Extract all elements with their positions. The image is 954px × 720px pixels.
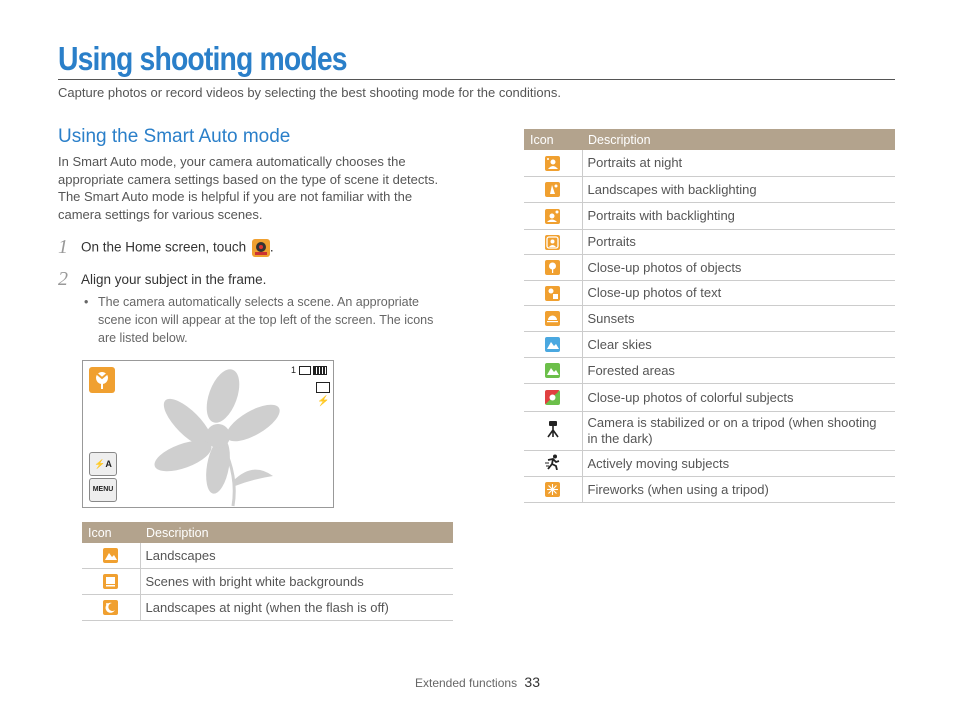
table-header-row: Icon Description <box>524 129 895 150</box>
scene-table-right: Icon Description Portraits at night Land… <box>524 129 895 503</box>
table-cell-description: Forested areas <box>582 357 895 384</box>
section-intro: In Smart Auto mode, your camera automati… <box>58 154 439 222</box>
image-size-icon <box>316 382 330 393</box>
table-cell-description: Close-up photos of text <box>582 280 895 306</box>
table-row: Actively moving subjects <box>524 450 895 477</box>
table-cell-description: Landscapes at night (when the flash is o… <box>140 594 453 621</box>
table-cell-description: Portraits <box>582 229 895 255</box>
landscape-icon <box>82 543 141 569</box>
column-header-description: Description <box>582 129 895 150</box>
backlight-portrait-icon <box>524 202 583 230</box>
table-row: Portraits at night <box>524 150 895 177</box>
scene-table-left: Icon Description Landscapes Scenes with … <box>82 522 453 621</box>
portrait-icon <box>524 229 583 255</box>
fireworks-icon <box>524 476 583 503</box>
table-header-row: Icon Description <box>82 522 453 543</box>
table-row: Camera is stabilized or on a tripod (whe… <box>524 411 895 451</box>
table-cell-description: Sunsets <box>582 305 895 332</box>
storage-icon <box>298 366 311 376</box>
flash-auto-icon: ⚡ <box>317 396 330 407</box>
step-number: 1 <box>58 236 68 258</box>
page-number: 33 <box>524 674 540 690</box>
step-number: 2 <box>58 268 68 290</box>
action-icon <box>524 450 583 477</box>
night-portrait-icon <box>524 150 583 177</box>
step-text: On the Home screen, touch . <box>81 239 274 257</box>
white-background-icon <box>82 568 141 595</box>
menu-button[interactable]: MENU <box>89 478 117 502</box>
step-label: On the Home screen, touch <box>81 239 247 255</box>
table-cell-description: Camera is stabilized or on a tripod (whe… <box>582 411 895 451</box>
table-cell-description: Fireworks (when using a tripod) <box>582 476 895 503</box>
status-bar: 1 <box>291 365 328 376</box>
footer-section: Extended functions <box>415 676 518 690</box>
step-text: Align your subject in the frame. <box>81 272 267 287</box>
table-cell-description: Close-up photos of objects <box>582 254 895 281</box>
camera-preview-screen: 1 ⚡ ⚡A MENU <box>82 360 334 508</box>
bullet-item: • The camera automatically selects a sce… <box>84 293 450 347</box>
column-header-icon: Icon <box>82 522 140 543</box>
column-header-icon: Icon <box>524 129 582 150</box>
table-row: Fireworks (when using a tripod) <box>524 476 895 503</box>
column-header-description: Description <box>140 522 453 543</box>
clear-sky-icon <box>524 331 583 358</box>
tripod-icon <box>524 411 583 451</box>
sunset-icon <box>524 305 583 332</box>
table-cell-description: Landscapes with backlighting <box>582 176 895 203</box>
bullet-text: The camera automatically selects a scene… <box>98 295 434 345</box>
flower-silhouette <box>154 369 280 507</box>
table-cell-description: Close-up photos of colorful subjects <box>582 383 895 412</box>
macro-text-icon <box>524 280 583 306</box>
table-row: Close-up photos of text <box>524 280 895 306</box>
table-row: Portraits with backlighting <box>524 202 895 230</box>
battery-icon <box>313 366 328 376</box>
table-row: Landscapes with backlighting <box>524 176 895 203</box>
title-divider <box>58 79 895 80</box>
table-cell-description: Clear skies <box>582 331 895 358</box>
table-row: Forested areas <box>524 357 895 384</box>
table-cell-description: Portraits with backlighting <box>582 202 895 230</box>
menu-label: MENU <box>92 486 114 493</box>
step-suffix: . <box>269 239 274 255</box>
table-row: Landscapes <box>82 543 453 569</box>
table-row: Close-up photos of colorful subjects <box>524 383 895 412</box>
macro-color-icon <box>524 383 583 412</box>
table-cell-description: Scenes with bright white backgrounds <box>140 568 453 595</box>
shot-count: 1 <box>291 365 297 375</box>
table-row: Landscapes at night (when the flash is o… <box>82 594 453 621</box>
smart-auto-mode-icon <box>251 239 270 257</box>
table-cell-description: Actively moving subjects <box>582 450 895 477</box>
section-title: Using the Smart Auto mode <box>58 126 291 147</box>
table-row: Sunsets <box>524 305 895 332</box>
page-title: Using shooting modes <box>58 40 348 77</box>
table-row: Close-up photos of objects <box>524 254 895 281</box>
night-landscape-icon <box>82 594 141 621</box>
table-row: Portraits <box>524 229 895 255</box>
table-row: Clear skies <box>524 331 895 358</box>
table-row: Scenes with bright white backgrounds <box>82 568 453 595</box>
backlight-landscape-icon <box>524 176 583 203</box>
close-up-objects-icon <box>89 367 115 393</box>
flash-button[interactable]: ⚡A <box>89 452 117 476</box>
page-footer: Extended functions 33 <box>415 674 540 690</box>
page-subtitle: Capture photos or record videos by selec… <box>58 85 561 100</box>
forest-icon <box>524 357 583 384</box>
table-cell-description: Landscapes <box>140 543 453 569</box>
table-cell-description: Portraits at night <box>582 150 895 177</box>
bullet-mark: • <box>84 295 89 309</box>
macro-object-icon <box>524 254 583 281</box>
flash-label: ⚡A <box>94 459 112 469</box>
